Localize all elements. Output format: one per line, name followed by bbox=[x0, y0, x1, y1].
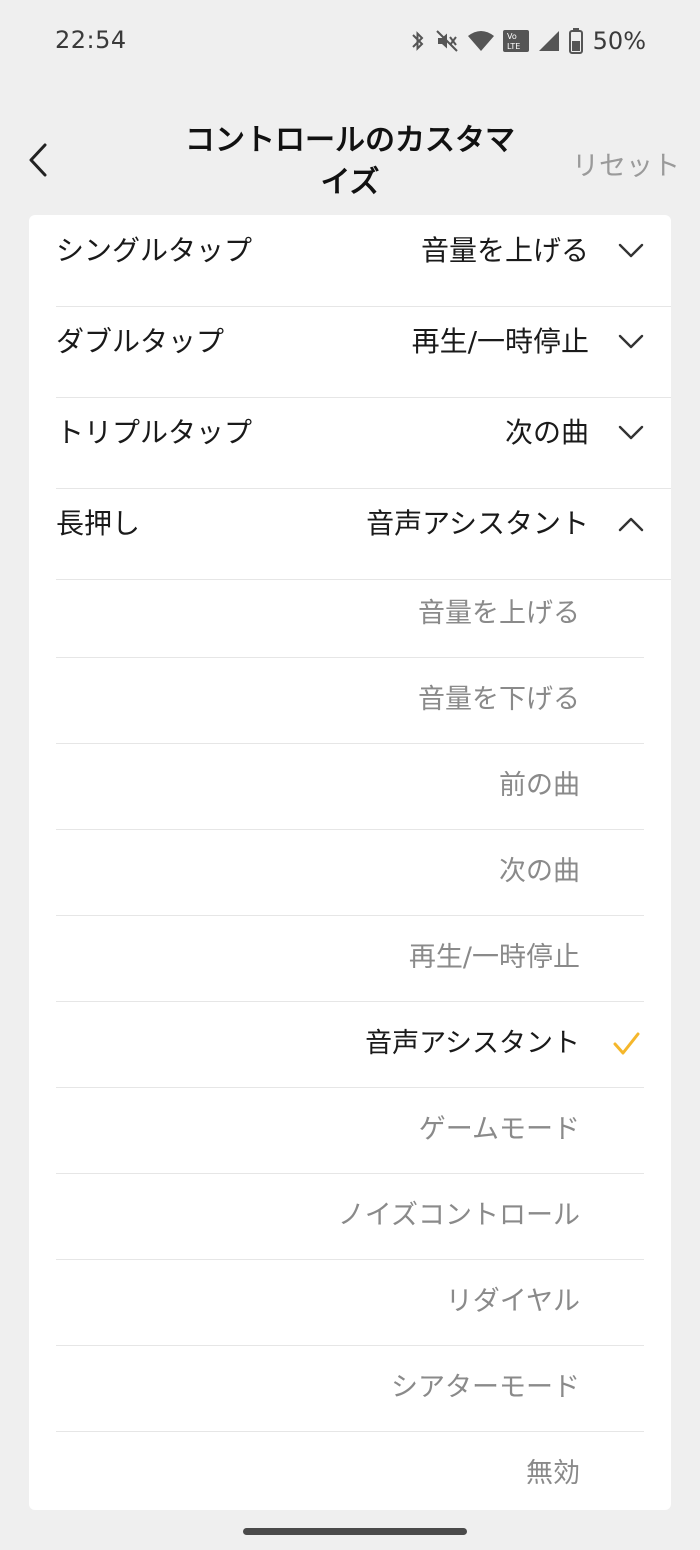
option-next-track[interactable]: 次の曲 bbox=[56, 829, 644, 916]
volte-icon: Vo LTE bbox=[502, 29, 529, 53]
option-label: ゲームモード bbox=[418, 1114, 580, 1145]
option-game-mode[interactable]: ゲームモード bbox=[56, 1087, 644, 1174]
header: コントロールのカスタマイズ リセット bbox=[0, 110, 700, 210]
home-indicator[interactable] bbox=[243, 1528, 467, 1535]
option-label: 音量を下げる bbox=[418, 684, 580, 715]
status-icons: Vo LTE 50% bbox=[409, 24, 646, 58]
back-button[interactable] bbox=[18, 138, 58, 186]
chevron-up-icon bbox=[617, 510, 645, 538]
gesture-row-long-press[interactable]: 長押し 音声アシスタント bbox=[56, 488, 671, 580]
gesture-row-single-tap[interactable]: シングルタップ 音量を上げる bbox=[56, 215, 671, 307]
option-disabled[interactable]: 無効 bbox=[56, 1431, 644, 1510]
reset-button[interactable]: リセット bbox=[572, 144, 680, 183]
cellular-signal-icon bbox=[537, 29, 561, 53]
chevron-down-icon bbox=[617, 237, 645, 265]
gesture-value: 再生/一時停止 bbox=[411, 325, 589, 358]
gesture-row-triple-tap[interactable]: トリプルタップ 次の曲 bbox=[56, 397, 671, 489]
option-label: ノイズコントロール bbox=[337, 1200, 580, 1231]
gesture-value: 音声アシスタント bbox=[366, 507, 589, 540]
option-play-pause[interactable]: 再生/一時停止 bbox=[56, 915, 644, 1002]
option-label: リダイヤル bbox=[445, 1286, 580, 1317]
status-time: 22:54 bbox=[55, 26, 127, 54]
option-label: 音声アシスタント bbox=[365, 1028, 580, 1059]
option-voice-assistant[interactable]: 音声アシスタント bbox=[56, 1001, 644, 1088]
battery-icon bbox=[568, 28, 583, 54]
option-redial[interactable]: リダイヤル bbox=[56, 1259, 644, 1346]
gesture-label: トリプルタップ bbox=[56, 416, 253, 449]
controls-card: シングルタップ 音量を上げる ダブルタップ 再生/一時停止 トリプルタップ 次の… bbox=[29, 215, 671, 1510]
svg-text:Vo: Vo bbox=[507, 32, 517, 41]
option-label: 再生/一時停止 bbox=[408, 942, 580, 973]
option-noise-control[interactable]: ノイズコントロール bbox=[56, 1173, 644, 1260]
battery-percentage: 50% bbox=[592, 27, 646, 55]
check-icon bbox=[612, 1030, 640, 1058]
gesture-value: 音量を上げる bbox=[420, 234, 589, 267]
option-theater-mode[interactable]: シアターモード bbox=[56, 1345, 644, 1432]
option-volume-down[interactable]: 音量を下げる bbox=[56, 657, 644, 744]
gesture-label: 長押し bbox=[56, 507, 141, 540]
wifi-icon bbox=[467, 29, 495, 53]
option-label: シアターモード bbox=[391, 1372, 580, 1403]
option-previous-track[interactable]: 前の曲 bbox=[56, 743, 644, 830]
gesture-label: シングルタップ bbox=[56, 234, 253, 267]
gesture-value: 次の曲 bbox=[504, 416, 589, 449]
chevron-left-icon bbox=[26, 142, 50, 182]
status-bar: 22:54 Vo LTE 50% bbox=[0, 0, 700, 84]
bluetooth-icon bbox=[409, 29, 427, 53]
option-label: 無効 bbox=[526, 1458, 580, 1489]
option-label: 前の曲 bbox=[499, 770, 580, 801]
gesture-label: ダブルタップ bbox=[56, 325, 225, 358]
mute-icon bbox=[435, 29, 459, 53]
option-label: 次の曲 bbox=[499, 856, 580, 887]
svg-text:LTE: LTE bbox=[507, 42, 520, 51]
page-title: コントロールのカスタマイズ bbox=[185, 123, 515, 200]
option-volume-up[interactable]: 音量を上げる bbox=[56, 571, 644, 658]
chevron-down-icon bbox=[617, 419, 645, 447]
gesture-row-double-tap[interactable]: ダブルタップ 再生/一時停止 bbox=[56, 306, 671, 398]
chevron-down-icon bbox=[617, 328, 645, 356]
option-label: 音量を上げる bbox=[418, 598, 580, 629]
